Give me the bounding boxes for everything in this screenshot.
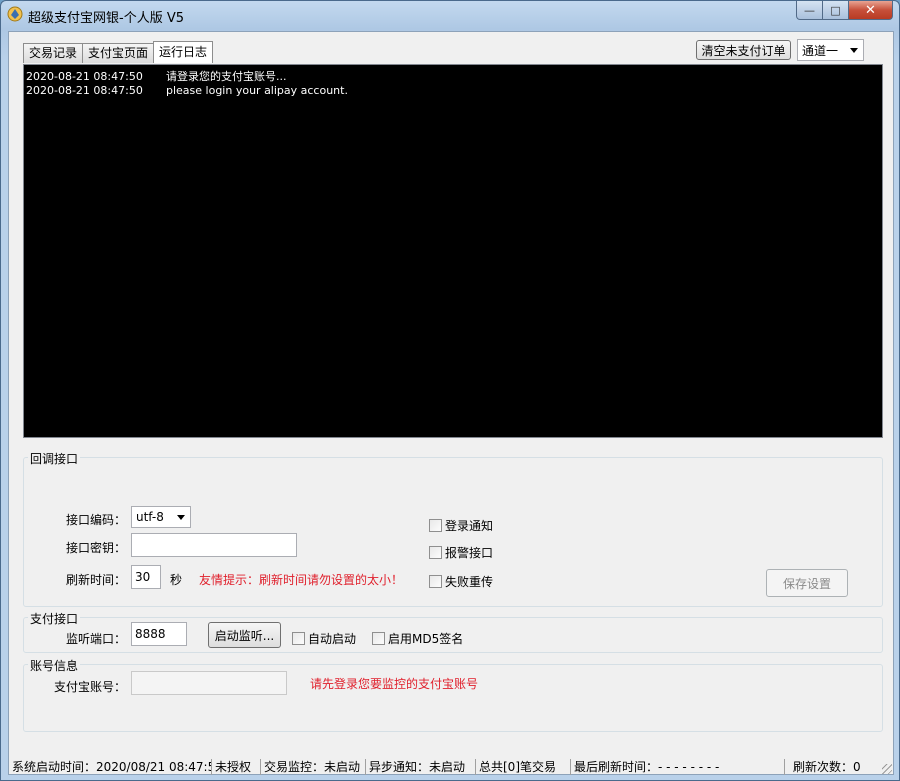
alipay-account-input[interactable] [131,671,287,695]
port-input[interactable]: 8888 [131,622,187,646]
status-license: 未授权 [212,759,261,775]
title-bar[interactable]: 超级支付宝网银-个人版 V5 — □ ✕ [1,1,899,31]
refresh-input[interactable]: 30 [131,565,161,589]
checkbox-box [429,575,442,588]
resize-grip-icon[interactable] [882,764,892,774]
checkbox-box [372,632,385,645]
md5-sign-checkbox[interactable]: 启用MD5签名 [372,630,463,647]
run-log-panel[interactable]: 2020-08-21 08:47:50 请登录您的支付宝账号... 2020-0… [23,64,883,438]
close-button[interactable]: ✕ [849,1,893,20]
status-total: 总共[0]笔交易 [476,759,571,775]
status-bar: 系统启动时间：2020/08/21 08:47:50 未授权 交易监控：未启动 … [9,759,893,775]
encoding-select-value: utf-8 [136,510,164,524]
checkbox-box [429,546,442,559]
channel-select[interactable]: 通道一 [797,39,864,61]
tab-alipay-page[interactable]: 支付宝页面 [82,43,155,63]
account-hint: 请先登录您要监控的支付宝账号 [310,677,479,691]
status-refresh-count: 刷新次数：0 [793,760,861,774]
login-notify-label: 登录通知 [445,519,494,533]
tab-transactions[interactable]: 交易记录 [23,43,84,63]
checkbox-box [429,519,442,532]
chevron-down-icon [177,515,185,520]
log-message: please login your alipay account. [166,84,348,97]
client-area: 交易记录 支付宝页面 运行日志 清空未支付订单 通道一 2020-08-21 0… [8,31,894,775]
payment-group-label: 支付接口 [28,610,81,627]
start-listen-button[interactable]: 启动监听... [208,622,281,648]
log-time: 2020-08-21 08:47:50 [26,70,143,83]
log-time: 2020-08-21 08:47:50 [26,84,143,97]
md5-sign-label: 启用MD5签名 [388,632,464,646]
tab-run-log[interactable]: 运行日志 [153,41,214,63]
status-trade-monitor: 交易监控：未启动 [261,759,366,775]
account-group-label: 账号信息 [28,657,81,674]
alarm-api-label: 报警接口 [445,546,494,560]
main-window: 超级支付宝网银-个人版 V5 — □ ✕ 交易记录 支付宝页面 运行日志 清空未… [0,0,900,781]
status-start-time: 系统启动时间：2020/08/21 08:47:50 [9,759,212,775]
log-message: 请登录您的支付宝账号... [166,70,287,83]
status-async-notify: 异步通知：未启动 [366,759,476,775]
port-label: 监听端口： [66,632,127,646]
retry-on-fail-checkbox[interactable]: 失败重传 [429,573,493,590]
encoding-select[interactable]: utf-8 [131,506,191,528]
alarm-api-checkbox[interactable]: 报警接口 [429,544,493,561]
callback-group-label: 回调接口 [28,450,81,467]
maximize-button[interactable]: □ [823,1,849,20]
refresh-label: 刷新时间： [66,573,127,587]
alipay-account-label: 支付宝账号： [54,680,127,694]
refresh-unit: 秒 [170,573,183,587]
checkbox-box [292,632,305,645]
refresh-tip: 友情提示：刷新时间请勿设置的太小！ [199,573,404,587]
auto-start-checkbox[interactable]: 自动启动 [292,630,356,647]
save-settings-button[interactable]: 保存设置 [766,569,848,597]
auto-start-label: 自动启动 [308,632,357,646]
key-label: 接口密钥： [66,541,127,555]
channel-select-value: 通道一 [802,43,839,58]
login-notify-checkbox[interactable]: 登录通知 [429,517,493,534]
window-title: 超级支付宝网银-个人版 V5 [28,11,184,26]
chevron-down-icon [850,48,858,53]
minimize-button[interactable]: — [796,1,823,20]
retry-on-fail-label: 失败重传 [445,575,494,589]
app-icon [7,6,23,22]
tab-strip: 交易记录 支付宝页面 运行日志 [23,41,214,63]
encoding-label: 接口编码： [66,513,127,527]
clear-unpaid-orders-button[interactable]: 清空未支付订单 [696,40,791,60]
key-input[interactable] [131,533,297,557]
status-last-refresh: 最后刷新时间：- - - - - - - - [571,759,785,775]
